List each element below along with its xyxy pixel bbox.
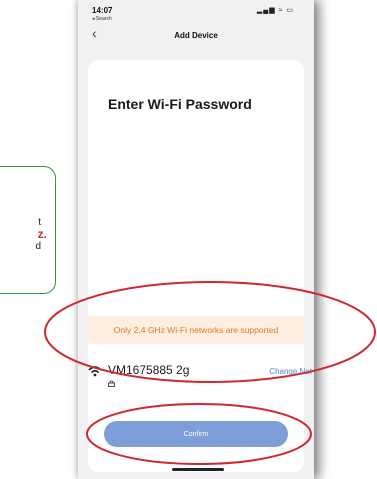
- home-indicator: [172, 468, 224, 471]
- status-icons: ▂▄▆ ≈ ▭: [256, 7, 294, 14]
- status-time: 14:07: [92, 6, 113, 15]
- callout-text-line3: d: [35, 241, 41, 252]
- lock-icon: [108, 380, 115, 387]
- annotation-callout: t z. d: [0, 166, 56, 294]
- wifi-form-card: Enter Wi-Fi Password Only 2.4 GHz Wi-Fi …: [88, 60, 312, 472]
- status-back-to-app[interactable]: ◂ Search: [92, 16, 112, 22]
- page-title: Add Device: [174, 31, 218, 40]
- phone-screen: 14:07 ◂ Search ▂▄▆ ≈ ▭ ‹ Add Device Ente…: [78, 0, 314, 479]
- confirm-button[interactable]: Confirm: [104, 421, 288, 447]
- change-network-link[interactable]: Change Net: [269, 367, 312, 376]
- form-heading: Enter Wi-Fi Password: [108, 96, 252, 112]
- callout-highlight-text: z.: [37, 227, 47, 241]
- selected-network-row: VM1675885 2g Change Net: [88, 362, 312, 387]
- network-name: VM1675885 2g: [108, 363, 190, 377]
- frequency-notice: Only 2.4 GHz Wi-Fi networks are supporte…: [88, 316, 304, 344]
- wifi-icon: [88, 366, 102, 377]
